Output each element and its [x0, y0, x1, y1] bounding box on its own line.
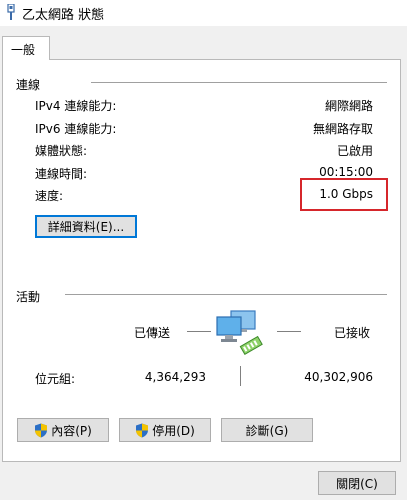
- details-button-label: 詳細資料(E)...: [47, 220, 125, 234]
- window-title: 乙太網路 狀態: [22, 8, 105, 23]
- properties-button[interactable]: 內容(P): [17, 418, 109, 442]
- bytes-received-value: 40,302,906: [304, 370, 373, 384]
- tab-general-label: 一般: [11, 43, 36, 57]
- uac-shield-icon: [136, 423, 149, 437]
- network-adapter-icon: [7, 4, 15, 20]
- received-line: [277, 331, 301, 332]
- details-button[interactable]: 詳細資料(E)...: [35, 215, 137, 238]
- speed-label: 速度:: [35, 189, 64, 203]
- bytes-divider: [240, 366, 241, 386]
- activity-separator: [65, 294, 387, 295]
- media-state-value: 已啟用: [336, 144, 373, 158]
- connection-separator: [91, 82, 387, 83]
- disable-button-label: 停用(D): [152, 423, 195, 438]
- disable-button[interactable]: 停用(D): [119, 418, 211, 442]
- connection-group-title: 連線: [16, 78, 41, 92]
- ipv4-value: 網際網路: [324, 99, 373, 113]
- duration-label: 連線時間:: [35, 167, 88, 181]
- speed-highlight-box: [300, 178, 388, 211]
- sent-line: [187, 331, 211, 332]
- media-state-label: 媒體狀態:: [35, 144, 88, 158]
- properties-button-label: 內容(P): [51, 423, 92, 438]
- close-button[interactable]: 關閉(C): [318, 471, 396, 495]
- bytes-label: 位元組:: [35, 372, 76, 386]
- uac-shield-icon: [35, 423, 48, 437]
- network-activity-icon: [216, 310, 263, 356]
- diagnose-button[interactable]: 診斷(G): [221, 418, 313, 442]
- ipv6-label: IPv6 連線能力:: [35, 122, 117, 136]
- tab-general[interactable]: 一般: [2, 36, 50, 60]
- activity-group-title: 活動: [16, 290, 41, 304]
- ipv6-value: 無網路存取: [312, 122, 373, 136]
- received-label: 已接收: [334, 326, 371, 340]
- title-bar: 乙太網路 狀態: [0, 0, 407, 26]
- bytes-sent-value: 4,364,293: [144, 370, 206, 384]
- close-button-label: 關閉(C): [336, 476, 378, 491]
- diagnose-button-label: 診斷(G): [245, 423, 289, 438]
- ipv4-label: IPv4 連線能力:: [35, 99, 117, 113]
- sent-label: 已傳送: [134, 326, 171, 340]
- duration-value: 00:15:00: [319, 165, 373, 179]
